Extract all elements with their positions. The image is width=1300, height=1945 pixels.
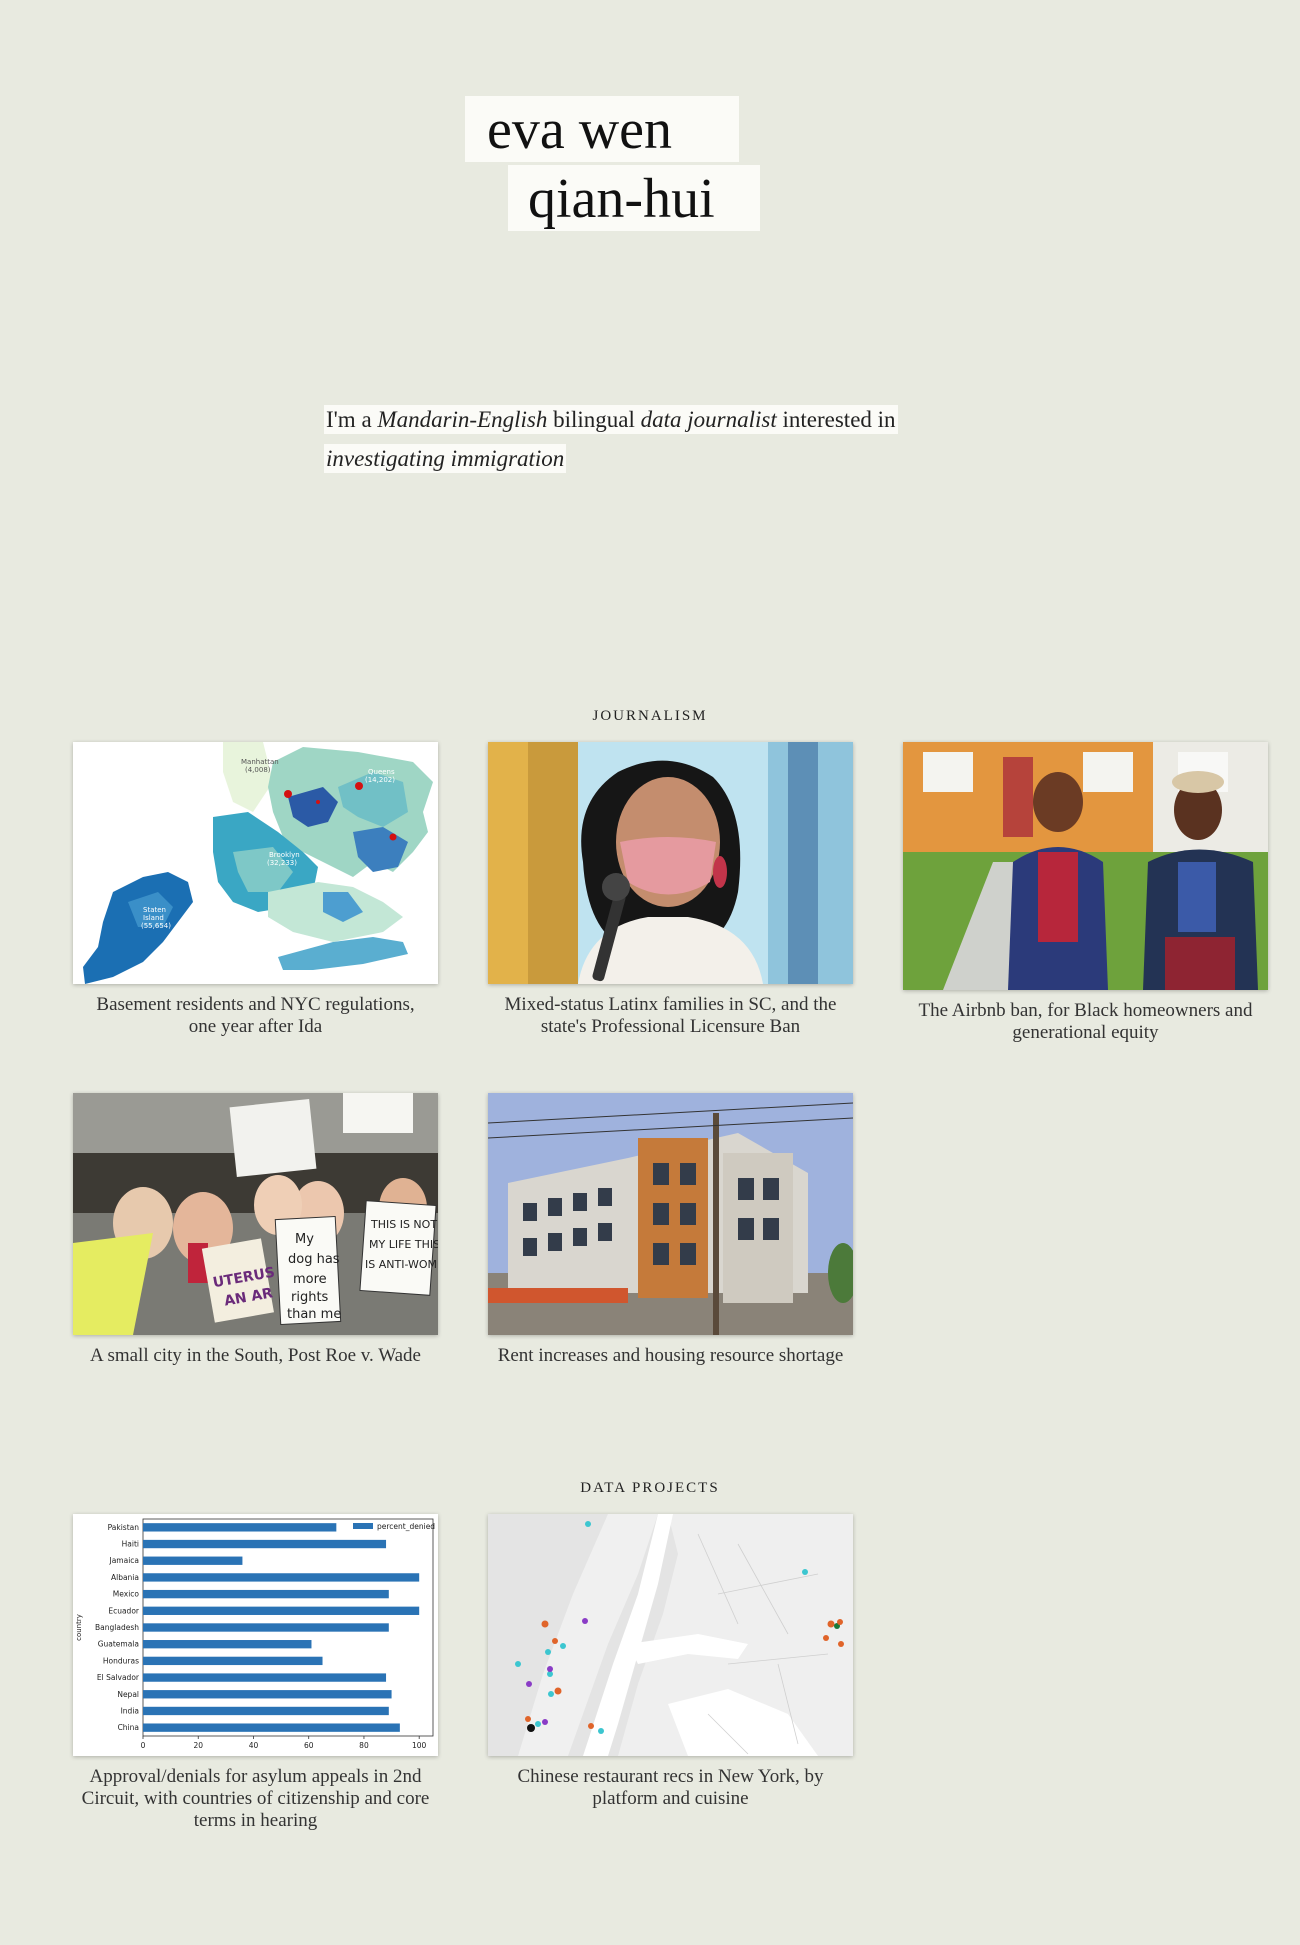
journalism-caption-rent[interactable]: Rent increases and housing resource shor… xyxy=(488,1345,853,1367)
protest-photo[interactable]: My dog has more rights than me THIS IS N… xyxy=(73,1093,438,1335)
journalism-card-basement[interactable]: Manhattan (4,008) Queens (14,202) Brookl… xyxy=(73,742,438,1038)
basement-map-image[interactable]: Manhattan (4,008) Queens (14,202) Brookl… xyxy=(73,742,438,984)
tick-label-haiti: Haiti xyxy=(122,1540,139,1549)
journalism-card-airbnb[interactable]: The Airbnb ban, for Black homeowners and… xyxy=(903,742,1268,1044)
bar-el-salvador xyxy=(143,1673,387,1682)
speaker-photo[interactable] xyxy=(488,742,853,984)
section-title-data-projects: DATA PROJECTS xyxy=(580,1480,720,1496)
x-tick-label-0: 0 xyxy=(141,1741,146,1750)
data-card-asylum[interactable]: Pakistan Haiti Jamaica Albania Mexico Ecuador… xyxy=(73,1514,438,1832)
bio-line-2: investigating immigration xyxy=(324,444,567,473)
bar-mexico xyxy=(143,1589,389,1599)
journalism-card-post-roe[interactable]: My dog has more rights than me THIS IS N… xyxy=(73,1093,438,1367)
x-tick-label-20: 20 xyxy=(193,1741,203,1750)
bar-guatemala xyxy=(143,1640,312,1649)
bar-india xyxy=(143,1706,389,1716)
speaker-illustration xyxy=(488,742,853,984)
apartment-building-photo[interactable] xyxy=(488,1093,853,1335)
sign-my: My xyxy=(295,1232,314,1247)
restaurant-map-image[interactable] xyxy=(488,1514,853,1756)
legend-swatch xyxy=(353,1523,373,1529)
restaurant-map xyxy=(488,1514,853,1756)
tick-label-nepal: Nepal xyxy=(117,1690,139,1699)
map-label-brooklyn-count: (32,233) xyxy=(267,859,297,867)
map-label-queens-count: (14,202) xyxy=(365,776,395,784)
bio-interest: investigating immigration xyxy=(326,446,565,471)
journalism-caption-post-roe[interactable]: A small city in the South, Post Roe v. W… xyxy=(73,1345,438,1367)
bio-text-3: interested in xyxy=(776,407,896,432)
bar-jamaica xyxy=(143,1556,243,1565)
tick-label-india: India xyxy=(121,1706,139,1715)
x-tick-label-80: 80 xyxy=(359,1741,369,1750)
data-card-chinese-restaurants[interactable]: Chinese restaurant recs in New York, by … xyxy=(488,1514,853,1810)
bio-text-2: bilingual xyxy=(547,407,641,432)
journalism-card-rent[interactable]: Rent increases and housing resource shor… xyxy=(488,1093,853,1367)
map-label-staten: Staten xyxy=(143,906,166,914)
tick-label-albania: Albania xyxy=(111,1573,139,1582)
homeowners-illustration xyxy=(903,742,1268,990)
journalism-card-latinx-families[interactable]: Mixed-status Latinx families in SC, and … xyxy=(488,742,853,1038)
protest-illustration: My dog has more rights than me THIS IS N… xyxy=(73,1093,438,1335)
sign-this-is-not: THIS IS NOT xyxy=(370,1218,437,1231)
map-label-staten-count: (55,654) xyxy=(141,922,171,930)
bar-honduras xyxy=(143,1656,323,1666)
legend-label: percent_denied xyxy=(377,1522,435,1531)
asylum-bar-chart: Pakistan Haiti Jamaica Albania Mexico Ecuador… xyxy=(73,1514,438,1756)
bio-line-1: I'm a Mandarin-English bilingual data jo… xyxy=(324,405,898,434)
tick-label-ecuador: Ecuador xyxy=(108,1606,140,1615)
sign-dog-has: dog has xyxy=(288,1252,340,1267)
name-line-1: eva wen xyxy=(465,96,739,162)
bar-bangladesh xyxy=(143,1623,389,1632)
map-label-queens: Queens xyxy=(368,768,395,776)
nyc-choropleth-map: Manhattan (4,008) Queens (14,202) Brookl… xyxy=(73,742,438,984)
x-tick-label-60: 60 xyxy=(304,1741,314,1750)
tick-label-guatemala: Guatemala xyxy=(98,1640,139,1649)
bio-paragraph: I'm a Mandarin-English bilingual data jo… xyxy=(324,400,1044,478)
tick-label-china: China xyxy=(118,1723,139,1732)
y-axis-label: country xyxy=(75,1614,83,1641)
tick-label-mexico: Mexico xyxy=(113,1590,140,1599)
data-caption-asylum[interactable]: Approval/denials for asylum appeals in 2… xyxy=(73,1766,438,1832)
sign-anti-women: IS ANTI-WOMEN! xyxy=(365,1258,438,1271)
journalism-caption-airbnb[interactable]: The Airbnb ban, for Black homeowners and… xyxy=(903,1000,1268,1044)
building-illustration xyxy=(488,1093,853,1335)
bio-language: Mandarin-English xyxy=(377,407,548,432)
journalism-caption-latinx-families[interactable]: Mixed-status Latinx families in SC, and … xyxy=(488,994,853,1038)
tick-label-jamaica: Jamaica xyxy=(108,1556,139,1565)
name-line-2: qian-hui xyxy=(508,165,760,231)
bio-role: data journalist xyxy=(640,407,777,432)
bio-text-1: I'm a xyxy=(326,407,378,432)
journalism-caption-basement[interactable]: Basement residents and NYC regulations, … xyxy=(73,994,438,1038)
x-tick-label-40: 40 xyxy=(249,1741,259,1750)
sign-my-life: MY LIFE THIS xyxy=(369,1238,438,1251)
bar-pakistan xyxy=(143,1523,337,1532)
section-title-journalism: JOURNALISM xyxy=(592,708,708,724)
bar-ecuador xyxy=(143,1606,420,1615)
bar-haiti xyxy=(143,1539,387,1549)
data-caption-chinese-restaurants[interactable]: Chinese restaurant recs in New York, by … xyxy=(488,1766,853,1810)
sign-rights: rights xyxy=(291,1290,329,1305)
map-label-manhattan: Manhattan xyxy=(241,758,279,766)
asylum-chart-image[interactable]: Pakistan Haiti Jamaica Albania Mexico Ecuador… xyxy=(73,1514,438,1756)
sign-more: more xyxy=(293,1272,327,1287)
homeowners-photo[interactable] xyxy=(903,742,1268,990)
map-label-manhattan-count: (4,008) xyxy=(245,766,271,774)
tick-label-honduras: Honduras xyxy=(103,1656,139,1665)
bar-china xyxy=(143,1723,400,1732)
x-tick-label-100: 100 xyxy=(412,1741,427,1750)
tick-label-pakistan: Pakistan xyxy=(108,1523,140,1532)
map-label-island: Island xyxy=(143,914,164,922)
bar-nepal xyxy=(143,1690,392,1699)
map-label-brooklyn: Brooklyn xyxy=(269,851,300,859)
tick-label-bangladesh: Bangladesh xyxy=(95,1623,139,1632)
tick-label-el-salvador: El Salvador xyxy=(97,1673,140,1682)
sign-than-me: than me xyxy=(287,1307,341,1322)
bar-albania xyxy=(143,1573,420,1582)
